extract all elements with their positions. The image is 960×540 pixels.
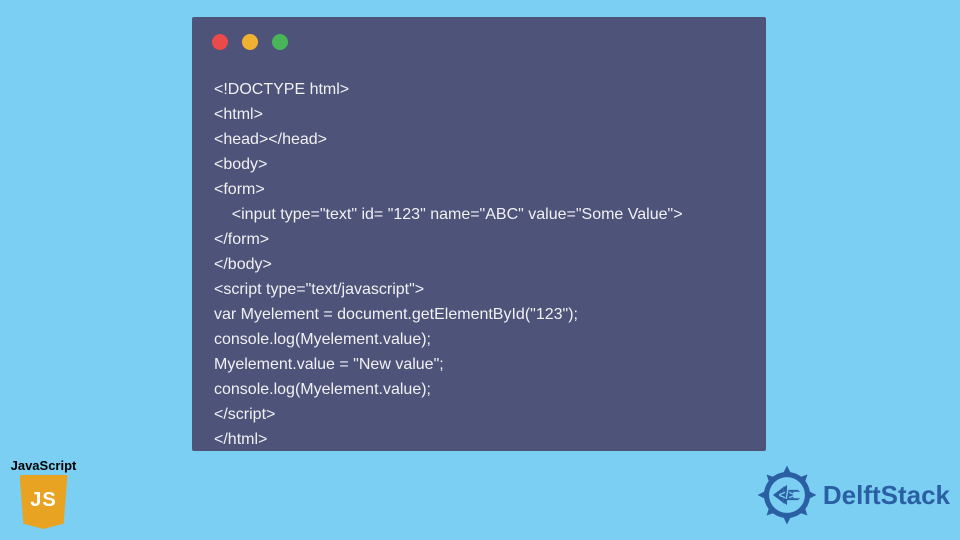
code-window: <!DOCTYPE html> <html> <head></head> <bo…: [192, 17, 766, 451]
svg-text:</>: </>: [779, 490, 796, 502]
window-titlebar: [192, 17, 766, 67]
javascript-badge: JavaScript JS: [6, 458, 81, 529]
minimize-icon[interactable]: [242, 34, 258, 50]
maximize-icon[interactable]: [272, 34, 288, 50]
code-block: <!DOCTYPE html> <html> <head></head> <bo…: [192, 67, 766, 452]
delftstack-text: DelftStack: [823, 480, 950, 511]
delftstack-gear-icon: </>: [755, 463, 819, 527]
javascript-logo-text: JS: [30, 489, 56, 512]
delftstack-brand: </> DelftStack: [755, 463, 950, 527]
javascript-shield-icon: JS: [20, 475, 68, 529]
close-icon[interactable]: [212, 34, 228, 50]
javascript-label: JavaScript: [6, 458, 81, 473]
